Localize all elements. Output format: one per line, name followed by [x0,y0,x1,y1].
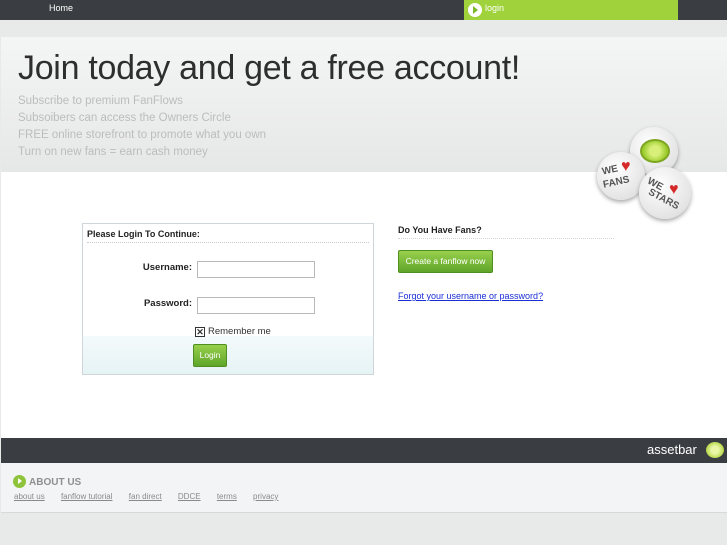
login-form: Please Login To Continue: Username: Pass… [82,223,374,375]
password-label: Password: [143,298,192,309]
we-love-stars-badge: WE ♥ STARS [639,167,691,219]
heart-icon: ♥ [621,158,631,175]
fans-heading: Do You Have Fans? [398,225,614,239]
footer-link-ddce[interactable]: DDCE [178,492,201,501]
login-form-footer [83,336,373,374]
footer-bar: assetbar [1,438,727,463]
we-love-fans-badge: WE ♥ FANS [597,152,645,200]
footer-link-terms[interactable]: terms [217,492,237,501]
assetbar-logo[interactable]: assetbar [647,442,697,457]
remember-me-label: Remember me [208,326,271,337]
about-heading: ABOUT US [13,475,81,488]
username-field[interactable] [197,261,315,278]
arrow-right-icon [13,475,26,488]
hero-bullet: Turn on new fans = earn cash money [18,146,208,158]
login-button[interactable]: Login [193,344,227,367]
forgot-credentials-link[interactable]: Forgot your username or password? [398,291,543,301]
username-label: Username: [142,262,192,273]
password-field[interactable] [197,297,315,314]
lime-icon [640,139,670,163]
remember-me: ✕ Remember me [195,326,271,337]
nav-login-tab[interactable]: login [464,0,678,20]
top-nav-bar: Home login [0,0,727,20]
footer-link-about[interactable]: about us [14,492,45,501]
hero-bullets: Subscribe to premium FanFlows Subsoibers… [18,93,266,161]
assetbar-logo-icon [706,442,724,458]
footer-links: about us fanflow tutorial fan direct DDC… [14,492,292,501]
footer-link-privacy[interactable]: privacy [253,492,278,501]
hero-bullet: FREE online storefront to promote what y… [18,129,267,141]
footer: ABOUT US about us fanflow tutorial fan d… [1,463,727,513]
hero-title: Join today and get a free account! [18,49,521,87]
create-fanflow-button[interactable]: Create a fanflow now [398,250,493,273]
badge-we-text: WE [601,163,620,178]
login-form-heading: Please Login To Continue: [87,229,369,243]
hero-bullet: Subsoibers can access the Owners Circle [18,112,231,124]
footer-link-tutorial[interactable]: fanflow tutorial [61,492,113,501]
about-heading-label: ABOUT US [29,477,82,488]
hero-bullet: Subscribe to premium FanFlows [18,95,183,107]
nav-login-label: login [485,3,505,13]
nav-home-link[interactable]: Home [49,3,73,13]
footer-link-fan-direct[interactable]: fan direct [129,492,162,501]
arrow-right-icon [468,3,482,17]
remember-me-checkbox[interactable]: ✕ [195,327,205,337]
